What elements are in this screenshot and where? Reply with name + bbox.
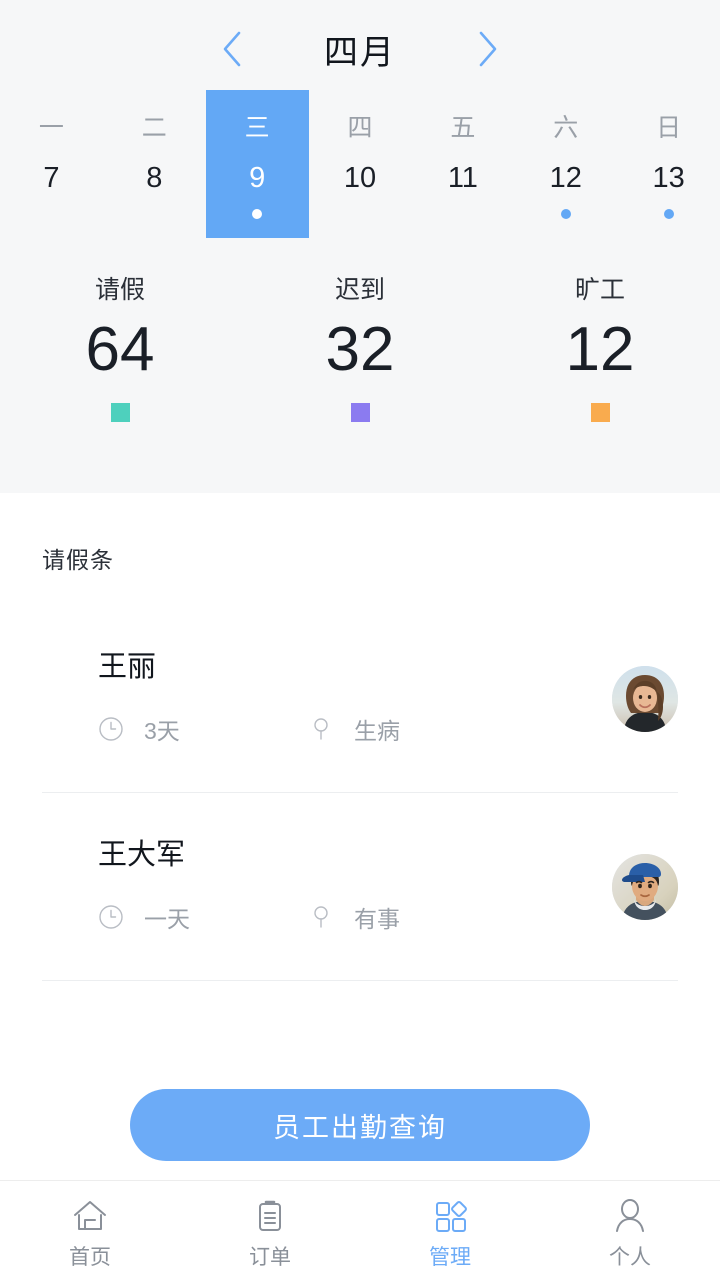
leave-section-title: 请假条 xyxy=(42,547,114,573)
employee-name: 王丽 xyxy=(98,650,157,683)
tab-clipboard[interactable]: 订单 xyxy=(180,1181,360,1280)
calendar-day-7[interactable]: 一7 xyxy=(0,90,103,238)
day-number: 10 xyxy=(343,162,377,194)
day-number: 12 xyxy=(549,162,582,194)
leave-duration: 3天 xyxy=(98,712,308,746)
app-root: 四月 一 7 二 8 三 9 四 10 五 11 六 12 日 13 请假 64 迟到 32 旷工 12 请假条 王… xyxy=(0,0,720,1280)
calendar-day-12[interactable]: 六 12 xyxy=(514,90,617,238)
tab-home[interactable]: 首页 xyxy=(0,1181,180,1280)
day-of-week-label: 二 xyxy=(141,114,167,142)
stat-card-0: 请假 64 xyxy=(0,278,240,422)
leave-reason-text: 生病 xyxy=(354,717,400,744)
calendar-day-9[interactable]: 三9 xyxy=(205,90,309,238)
calendar-header-panel: 四月 一 7 二 8 三 9 四 10 五 11 六 12 日 13 请假 64 迟到 32 旷工 12 xyxy=(0,0,720,493)
leave-request-row[interactable]: 王丽 3天 生病 xyxy=(0,605,720,793)
day-number: 13 xyxy=(652,162,685,194)
tab-label: 首页 xyxy=(69,1245,111,1269)
attendance-query-button[interactable]: 员工出勤查询 xyxy=(130,1089,590,1161)
leave-list-area: 请假条 王丽 3天 生病王大军一天 有事 员工出勤查询 xyxy=(0,493,720,1280)
calendar-day-13[interactable]: 日 13 xyxy=(617,90,720,238)
stat-label: 迟到 xyxy=(334,276,385,304)
day-number: 11 xyxy=(447,162,478,194)
day-of-week-label: 三 xyxy=(244,114,270,142)
leave-reason: 生病 xyxy=(308,712,400,746)
tab-label: 订单 xyxy=(249,1245,291,1269)
leave-request-list: 王丽 3天 生病王大军一天 有事 xyxy=(0,605,720,981)
row-divider xyxy=(42,980,678,981)
tab-label: 个人 xyxy=(609,1245,651,1269)
day-of-week-label: 日 xyxy=(656,114,682,142)
stat-label: 旷工 xyxy=(574,276,625,304)
cta-container: 员工出勤查询 xyxy=(0,1089,720,1161)
leave-meta-row: 3天 生病 xyxy=(98,712,612,746)
employee-name: 王大军 xyxy=(98,838,186,871)
pin-icon xyxy=(308,904,334,930)
clipboard-icon xyxy=(248,1194,292,1238)
day-of-week-label: 一 xyxy=(38,114,64,142)
calendar-day-10[interactable]: 四 10 xyxy=(309,90,412,238)
stat-value: 12 xyxy=(565,315,635,384)
day-of-week-label: 五 xyxy=(450,114,476,142)
stat-card-2: 旷工 12 xyxy=(480,278,720,422)
leave-reason-text: 有事 xyxy=(354,905,400,932)
clock-icon xyxy=(98,904,124,930)
event-dot xyxy=(560,209,571,219)
home-icon xyxy=(68,1194,112,1238)
person-icon xyxy=(608,1194,652,1238)
stat-color-swatch xyxy=(350,403,370,422)
calendar-day-8[interactable]: 二8 xyxy=(103,90,206,238)
grid-icon xyxy=(428,1194,472,1238)
pin-icon xyxy=(308,716,334,742)
tab-grid[interactable]: 管理 xyxy=(360,1181,540,1280)
tab-person[interactable]: 个人 xyxy=(540,1181,720,1280)
day-number: 9 xyxy=(249,162,266,194)
bottom-tab-bar: 首页 订单 管理 个人 xyxy=(0,1180,720,1280)
leave-duration: 一天 xyxy=(98,900,308,934)
day-number: 8 xyxy=(146,162,163,194)
day-of-week-label: 四 xyxy=(347,114,373,142)
stat-card-1: 迟到 32 xyxy=(240,278,480,422)
leave-meta-row: 一天 有事 xyxy=(98,900,612,934)
month-title: 四月 xyxy=(324,33,396,72)
month-navigation-bar: 四月 xyxy=(0,0,720,90)
leave-duration-text: 3天 xyxy=(144,717,180,744)
prev-month-button[interactable] xyxy=(215,27,249,71)
stat-value: 64 xyxy=(85,315,155,384)
day-of-week-label: 六 xyxy=(553,114,579,142)
leave-request-row[interactable]: 王大军一天 有事 xyxy=(0,793,720,981)
avatar[interactable] xyxy=(612,854,678,920)
day-number: 7 xyxy=(43,162,60,194)
attendance-stats-row: 请假 64 迟到 32 旷工 12 xyxy=(0,278,720,422)
stat-color-swatch xyxy=(110,403,130,422)
calendar-day-11[interactable]: 五 11 xyxy=(411,90,514,238)
leave-request-details: 王丽 3天 生病 xyxy=(42,650,612,746)
event-dot xyxy=(252,209,263,219)
tab-label: 管理 xyxy=(429,1245,471,1269)
next-month-button[interactable] xyxy=(471,27,505,71)
stat-color-swatch xyxy=(590,403,610,422)
clock-icon xyxy=(98,716,124,742)
leave-duration-text: 一天 xyxy=(144,905,190,932)
leave-request-details: 王大军一天 有事 xyxy=(42,838,612,934)
leave-reason: 有事 xyxy=(308,900,400,934)
week-day-strip: 一 7 二 8 三 9 四 10 五 11 六 12 日 13 xyxy=(0,90,720,238)
event-dot xyxy=(663,209,674,219)
stat-label: 请假 xyxy=(94,276,145,304)
stat-value: 32 xyxy=(325,315,395,384)
avatar[interactable] xyxy=(612,666,678,732)
